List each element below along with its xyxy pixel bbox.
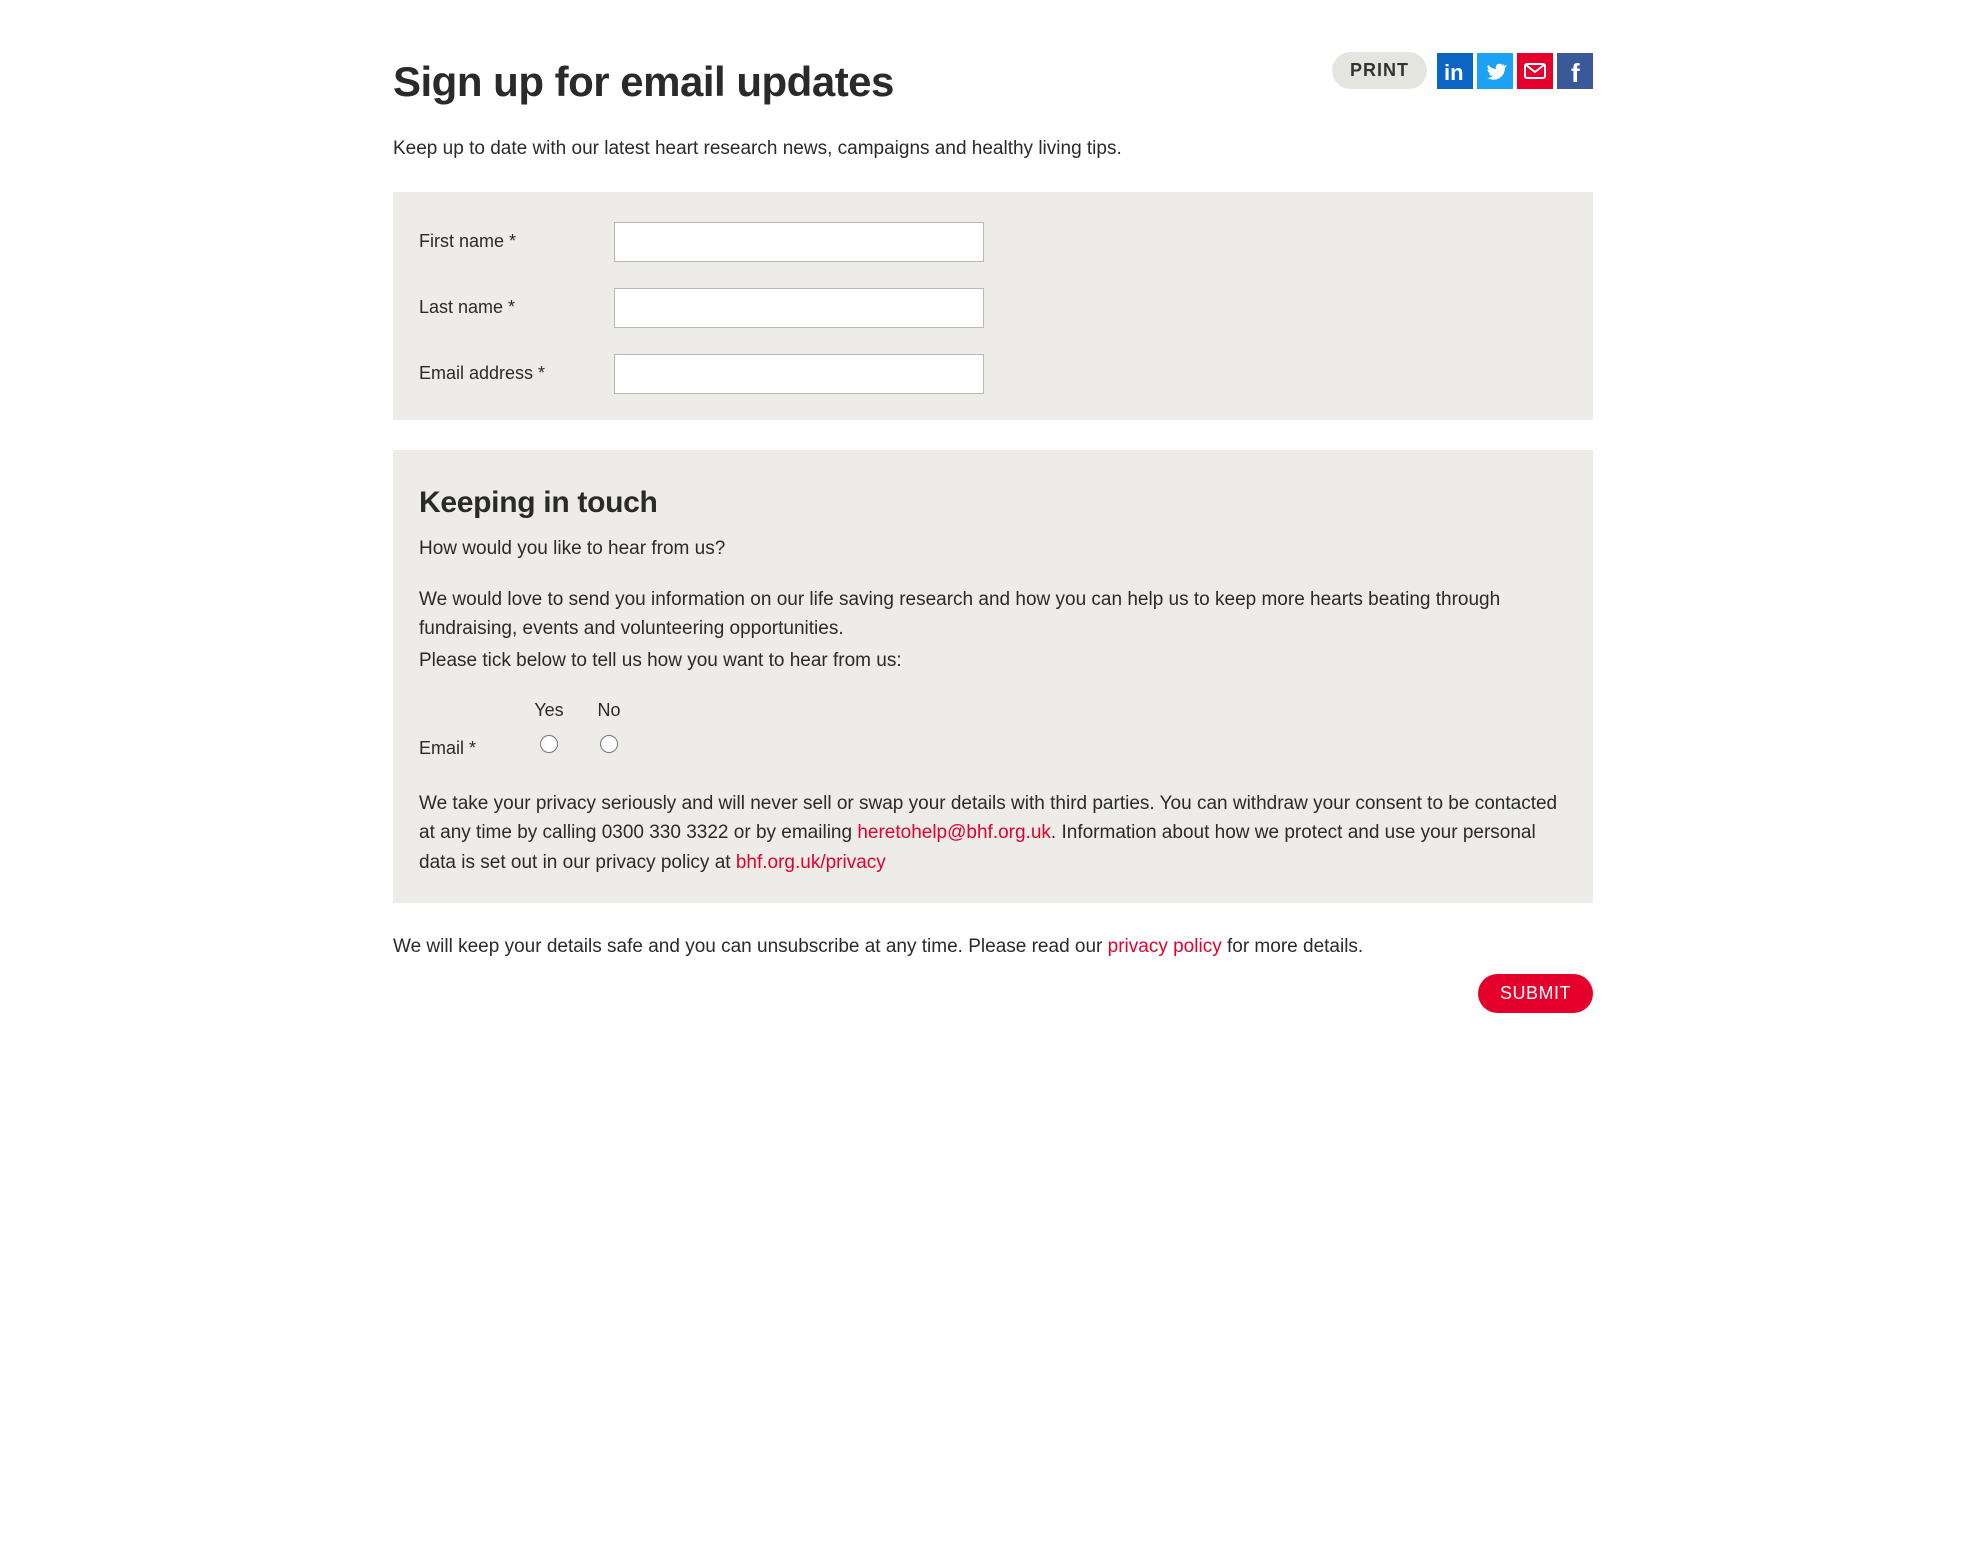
details-panel: First name * Last name * Email address * <box>393 192 1593 420</box>
share-toolbar: PRINT in f <box>1332 52 1593 89</box>
column-no: No <box>579 697 639 724</box>
contact-preference-table: Yes No Email * <box>419 697 1567 763</box>
keeping-heading: Keeping in touch <box>419 480 1567 525</box>
keeping-in-touch-panel: Keeping in touch How would you like to h… <box>393 450 1593 904</box>
twitter-icon[interactable] <box>1477 53 1513 89</box>
privacy-paragraph: We take your privacy seriously and will … <box>419 789 1567 877</box>
svg-text:in: in <box>1444 60 1464 85</box>
email-address-field[interactable] <box>614 354 984 394</box>
email-icon[interactable] <box>1517 53 1553 89</box>
footer-text-pre: We will keep your details safe and you c… <box>393 936 1108 957</box>
facebook-icon[interactable]: f <box>1557 53 1593 89</box>
footer-text-post: for more details. <box>1222 936 1364 957</box>
keeping-para-2: Please tick below to tell us how you wan… <box>419 646 1567 675</box>
first-name-label: First name * <box>419 228 614 255</box>
column-yes: Yes <box>519 697 579 724</box>
intro-text: Keep up to date with our latest heart re… <box>393 135 1593 164</box>
last-name-label: Last name * <box>419 294 614 321</box>
help-email-link[interactable]: heretohelp@bhf.org.uk <box>857 822 1051 843</box>
email-no-radio[interactable] <box>600 735 618 753</box>
last-name-field[interactable] <box>614 288 984 328</box>
print-button[interactable]: PRINT <box>1332 52 1427 89</box>
footer-paragraph: We will keep your details safe and you c… <box>393 933 1593 962</box>
linkedin-icon[interactable]: in <box>1437 53 1473 89</box>
svg-text:f: f <box>1571 58 1580 88</box>
email-yes-radio[interactable] <box>540 735 558 753</box>
keeping-para-1: We would love to send you information on… <box>419 585 1567 644</box>
keeping-subheading: How would you like to hear from us? <box>419 535 1567 564</box>
submit-button[interactable]: SUBMIT <box>1478 974 1593 1013</box>
privacy-policy-url-link[interactable]: bhf.org.uk/privacy <box>736 852 886 873</box>
row-email-label: Email * <box>419 735 519 762</box>
first-name-field[interactable] <box>614 222 984 262</box>
privacy-policy-link[interactable]: privacy policy <box>1108 936 1222 957</box>
email-address-label: Email address * <box>419 360 614 387</box>
